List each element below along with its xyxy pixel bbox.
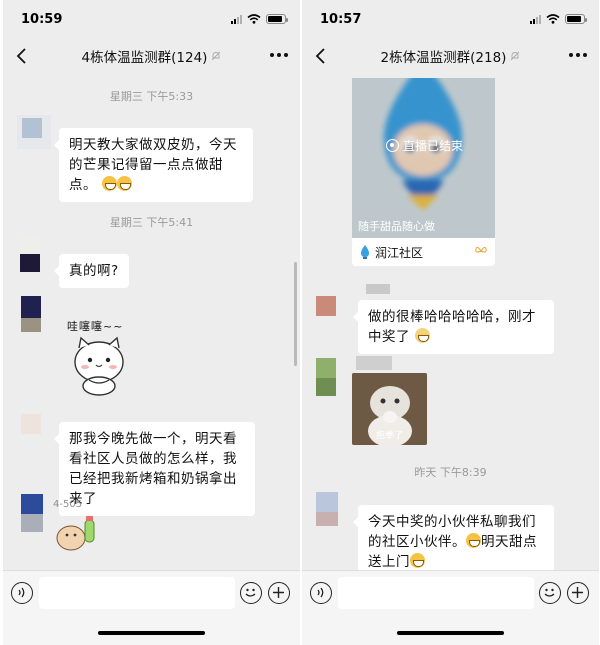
bell-muted-icon xyxy=(212,51,221,61)
scrollbar[interactable] xyxy=(294,262,297,366)
emoji-icon[interactable] xyxy=(240,582,262,604)
avatar[interactable] xyxy=(17,238,51,272)
cellular-signal-icon xyxy=(231,14,242,24)
sticker-cat[interactable]: 哇噻噻~~ xyxy=(59,298,145,398)
channel-name: 润江社区 xyxy=(375,245,424,260)
more-dots-icon[interactable] xyxy=(270,53,288,57)
time-stamp: 昨天 下午8:39 xyxy=(414,466,487,479)
message-list: 直播已结束 随手甜品随心做 润江社区 做的很棒哈哈哈哈哈，刚才中奖了 抱拳了 昨… xyxy=(302,78,599,570)
message-text: 那我今晚先做一个，明天看看社区人员做的怎么样，我已经把我新烤箱和奶锅拿出来了 xyxy=(69,431,237,507)
bell-muted-icon xyxy=(511,51,520,61)
status-time: 10:59 xyxy=(21,12,63,27)
smile-emoji-icon xyxy=(414,328,430,343)
photo-sticker[interactable]: 抱拳了 xyxy=(352,373,427,445)
grin-emoji-icon xyxy=(466,533,481,548)
left-chat-screen: 10:59 4栋体温监测群(124) 星期三 下午5:33 明天教大家做双皮奶，… xyxy=(3,0,300,645)
live-status-text: 直播已结束 xyxy=(403,139,464,153)
plus-icon[interactable] xyxy=(567,582,589,604)
message-text: 明天教大家做双皮奶，今天的芒果记得留一点点做甜点。 xyxy=(69,137,237,193)
avatar[interactable] xyxy=(17,494,51,534)
wifi-icon xyxy=(546,14,560,24)
sender-name: 4-505 xyxy=(53,499,83,510)
live-footer: 润江社区 xyxy=(352,238,495,266)
message-list: 星期三 下午5:33 明天教大家做双皮奶，今天的芒果记得留一点点做甜点。 星期三… xyxy=(3,78,300,570)
channels-butterfly-icon xyxy=(475,246,487,253)
group-name: 2栋体温监测群(218) xyxy=(380,50,507,66)
chat-title: 4栋体温监测群(124) xyxy=(82,46,222,66)
blurred-name xyxy=(356,356,392,370)
channel-logo-icon xyxy=(361,245,369,259)
status-time: 10:57 xyxy=(320,12,362,27)
photo-caption: 抱拳了 xyxy=(375,431,403,441)
chat-title: 2栋体温监测群(218) xyxy=(381,46,521,66)
live-ended-icon xyxy=(386,139,399,152)
grin-emoji-icon xyxy=(410,553,425,568)
message-bubble[interactable]: 做的很棒哈哈哈哈哈，刚才中奖了 xyxy=(353,300,554,354)
status-icons xyxy=(530,14,587,24)
cellular-signal-icon xyxy=(530,14,541,24)
battery-icon xyxy=(266,14,288,24)
message-input[interactable] xyxy=(338,577,534,609)
battery-icon xyxy=(565,14,587,24)
chevron-left-icon[interactable] xyxy=(15,46,29,66)
voice-icon[interactable] xyxy=(310,582,332,604)
chat-header: 4栋体温监测群(124) xyxy=(3,34,300,78)
message-input[interactable] xyxy=(39,577,235,609)
grin-emoji-icon xyxy=(101,176,117,191)
avatar[interactable] xyxy=(17,412,51,446)
message-text: 真的啊? xyxy=(69,263,119,279)
live-caption: 随手甜品随心做 xyxy=(358,220,435,233)
live-thumbnail: 直播已结束 随手甜品随心做 xyxy=(352,78,495,238)
plus-icon[interactable] xyxy=(268,582,290,604)
cat-sticker-icon xyxy=(74,336,124,396)
message-bubble[interactable]: 真的啊? xyxy=(54,254,129,288)
avatar[interactable] xyxy=(316,358,350,396)
message-bubble[interactable]: 那我今晚先做一个，明天看看社区人员做的怎么样，我已经把我新烤箱和奶锅拿出来了 xyxy=(54,422,255,516)
wifi-icon xyxy=(247,14,261,24)
live-stream-card[interactable]: 直播已结束 随手甜品随心做 润江社区 xyxy=(352,78,495,266)
status-icons xyxy=(231,14,288,24)
home-indicator xyxy=(397,631,504,635)
avatar[interactable] xyxy=(17,115,51,149)
mascot-image xyxy=(352,78,495,238)
group-name: 4栋体温监测群(124) xyxy=(81,50,208,66)
message-bubble[interactable]: 今天中奖的小伙伴私聊我们的社区小伙伴。 明天甜点送上门 xyxy=(353,505,554,570)
message-bubble[interactable]: 明天教大家做双皮奶，今天的芒果记得留一点点做甜点。 xyxy=(54,128,253,202)
grin-emoji-icon xyxy=(116,176,132,191)
avatar[interactable] xyxy=(17,296,51,334)
status-bar: 10:59 xyxy=(3,0,300,34)
input-bar xyxy=(302,570,599,645)
time-stamp: 星期三 下午5:41 xyxy=(109,216,194,229)
message-text: 做的很棒哈哈哈哈哈，刚才中奖了 xyxy=(368,309,536,345)
sticker-text: 哇噻噻~~ xyxy=(67,320,124,333)
more-dots-icon[interactable] xyxy=(569,53,587,57)
blurred-name xyxy=(366,284,390,294)
voice-icon[interactable] xyxy=(11,582,33,604)
live-status: 直播已结束 xyxy=(386,137,463,154)
sticker-dino[interactable] xyxy=(53,512,99,556)
chat-header: 2栋体温监测群(218) xyxy=(302,34,599,78)
input-bar xyxy=(3,570,300,645)
time-stamp: 星期三 下午5:33 xyxy=(109,90,194,103)
emoji-icon[interactable] xyxy=(539,582,561,604)
dino-sticker-icon xyxy=(56,516,95,551)
avatar[interactable] xyxy=(316,492,350,530)
chevron-left-icon[interactable] xyxy=(314,46,328,66)
avatar[interactable] xyxy=(316,296,350,330)
status-bar: 10:57 xyxy=(302,0,599,34)
home-indicator xyxy=(98,631,205,635)
right-chat-screen: 10:57 2栋体温监测群(218) 直播已结束 随手甜品随心做 润江社区 做的… xyxy=(302,0,599,645)
